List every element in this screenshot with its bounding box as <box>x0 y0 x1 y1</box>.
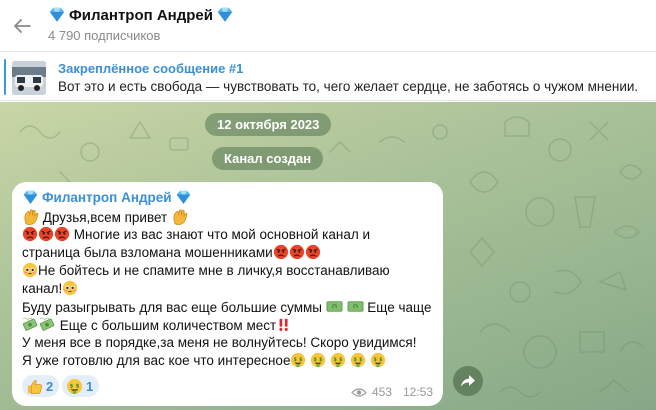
channel-title-text: Филантроп Андрей <box>69 6 213 24</box>
subscriber-count: 4 790 подписчиков <box>48 28 161 43</box>
angry-face-icon <box>273 244 289 260</box>
money-icon <box>326 301 343 312</box>
waving-hand-icon <box>24 209 39 225</box>
post-line: Друзья,всем привет <box>22 208 188 226</box>
date-separator: 12 октября 2023 <box>205 113 332 136</box>
pinned-title: Закреплённое сообщение #1 <box>58 61 244 76</box>
post-line: Буду разыгрывать для вас еще большие сум… <box>22 300 432 315</box>
diamond-icon <box>49 7 65 22</box>
money-mouth-face-icon <box>291 352 306 368</box>
channel-header: Филантроп Андрей 4 790 подписчиков <box>0 0 656 52</box>
post-meta: 453 12:53 <box>351 385 433 399</box>
post-line: Многие из вас знают что мой основной кан… <box>22 226 370 243</box>
eye-icon <box>351 387 367 397</box>
angry-face-icon <box>305 244 321 260</box>
money-mouth-face-icon <box>330 352 346 368</box>
post-line: страница была взломана мошенниками <box>22 244 321 261</box>
pinned-thumbnail <box>12 61 46 95</box>
share-button[interactable] <box>453 366 483 396</box>
reaction-count: 1 <box>86 378 94 394</box>
money-mouth-face-icon <box>311 352 326 368</box>
waving-hand-icon <box>173 209 188 225</box>
view-count: 453 <box>371 385 392 399</box>
thumbs-up-icon <box>27 379 43 394</box>
diamond-icon <box>217 7 233 22</box>
pinned-text: Вот это и есть свобода — чувствовать то,… <box>58 79 639 94</box>
reaction-thumbs-up[interactable]: 2 <box>22 375 60 397</box>
post-line: У меня все в порядке,за меня не волнуйте… <box>22 335 417 350</box>
diamond-icon <box>176 190 190 204</box>
money-with-wings-icon <box>39 317 55 332</box>
post-line: Еще с большим количеством мест <box>22 316 292 334</box>
back-arrow-icon <box>14 19 31 33</box>
post-author-text: Филантроп Андрей <box>42 190 172 205</box>
service-message-channel-created: Канал создан <box>212 147 324 170</box>
post-line: Не бойтесь и не спамите мне в личку,я во… <box>22 262 390 279</box>
share-icon <box>461 375 475 387</box>
pleading-face-icon <box>62 280 78 296</box>
money-mouth-face-icon <box>370 352 385 368</box>
money-with-wings-icon <box>22 317 38 332</box>
pinned-message-bar[interactable]: Закреплённое сообщение #1 Вот это и есть… <box>0 53 656 101</box>
post-line: канал! <box>22 280 78 297</box>
channel-post[interactable]: Филантроп Андрей Друзья,всем привет Мног… <box>12 182 443 406</box>
back-button[interactable] <box>8 13 36 39</box>
channel-title[interactable]: Филантроп Андрей <box>48 6 234 24</box>
reaction-money-mouth[interactable]: 1 <box>62 375 100 397</box>
reaction-count: 2 <box>46 378 54 394</box>
diamond-icon <box>23 190 38 204</box>
chat-area[interactable]: 12 октября 2023 Канал создан Филантроп А… <box>0 102 656 410</box>
pinned-indicator <box>4 59 6 95</box>
angry-face-icon <box>38 226 54 242</box>
money-mouth-face-icon <box>66 378 83 394</box>
angry-face-icon <box>54 226 70 242</box>
angry-face-icon <box>22 226 38 242</box>
angry-face-icon <box>289 244 305 260</box>
money-mouth-face-icon <box>350 352 365 368</box>
pleading-face-icon <box>22 262 38 278</box>
post-author[interactable]: Филантроп Андрей <box>22 189 192 206</box>
money-icon <box>347 301 364 312</box>
post-line: Я уже готовлю для вас кое что интересное <box>22 352 386 369</box>
double-exclamation-icon <box>279 318 288 331</box>
post-time: 12:53 <box>402 385 433 399</box>
